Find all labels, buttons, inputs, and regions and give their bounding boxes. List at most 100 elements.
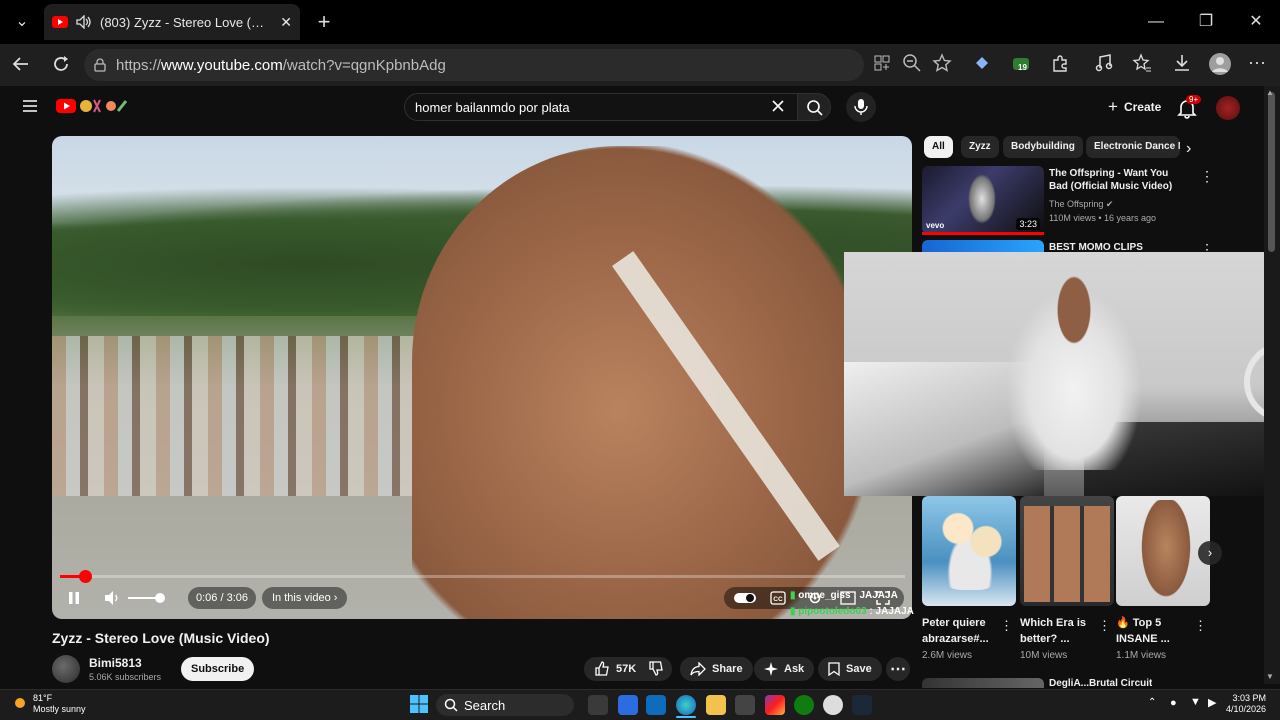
channel-name[interactable]: Bimi5813: [89, 656, 142, 670]
short-thumbnail[interactable]: [1020, 496, 1114, 606]
notifications-bell-icon[interactable]: 9+: [1176, 95, 1202, 124]
url-prefix: https://: [116, 56, 162, 74]
clear-search-icon[interactable]: [770, 98, 786, 119]
app-available-icon[interactable]: [872, 53, 896, 77]
tray-mic-icon[interactable]: ●: [1170, 697, 1177, 709]
file-explorer-icon[interactable]: [706, 695, 726, 715]
rec-thumbnail[interactable]: vevo 3:23: [922, 166, 1044, 234]
save-button[interactable]: Save: [818, 657, 882, 681]
chrome-app-icon[interactable]: [823, 695, 843, 715]
dislike-button[interactable]: [648, 660, 664, 679]
reload-icon[interactable]: [50, 53, 74, 77]
short-more-icon[interactable]: ⋮: [1098, 618, 1111, 634]
task-view-icon[interactable]: [588, 695, 608, 715]
voice-search-button[interactable]: [846, 92, 876, 122]
shorts-next-chevron-icon[interactable]: ›: [1198, 541, 1222, 565]
account-avatar[interactable]: [1216, 96, 1240, 120]
tab-list-chevron-icon[interactable]: ⌄: [10, 10, 34, 34]
autoplay-toggle-icon[interactable]: [734, 592, 756, 604]
youtube-favicon-icon: [52, 16, 68, 28]
captions-icon[interactable]: CC: [770, 591, 786, 605]
chips-next-chevron-icon[interactable]: ›: [1186, 140, 1191, 158]
video-player[interactable]: [52, 136, 912, 619]
weather-sun-icon[interactable]: [12, 695, 28, 716]
short-thumbnail[interactable]: [922, 496, 1016, 606]
favorite-star-icon[interactable]: [932, 53, 956, 77]
chip-electronic-dance[interactable]: Electronic Dance M: [1086, 136, 1180, 158]
progress-bar[interactable]: [60, 570, 905, 583]
extension-badge-icon[interactable]: 19: [1010, 53, 1034, 77]
rec-more-icon[interactable]: ⋮: [1200, 168, 1214, 185]
new-tab-plus-icon[interactable]: +: [312, 10, 336, 34]
search-button[interactable]: [797, 93, 831, 121]
like-button[interactable]: 57K: [594, 661, 636, 677]
rec-channel-name: The Offspring: [1049, 199, 1104, 209]
wifi-icon[interactable]: ▼: [1190, 696, 1201, 708]
youtube-logo-icon[interactable]: [56, 97, 132, 120]
restore-icon[interactable]: ❐: [1194, 10, 1218, 34]
instagram-app-icon[interactable]: [765, 695, 785, 715]
page-scrollbar-thumb[interactable]: [1268, 92, 1275, 252]
tray-overflow-chevron-icon[interactable]: ⌃: [1148, 697, 1156, 708]
chip-bodybuilding[interactable]: Bodybuilding: [1003, 136, 1083, 158]
short-thumbnail[interactable]: [1116, 496, 1210, 606]
favorites-list-icon[interactable]: [1132, 53, 1156, 77]
more-actions-icon[interactable]: ⋯: [886, 657, 910, 681]
edge-browser-icon[interactable]: [676, 695, 696, 715]
chat-user-badge-icon: ▮: [790, 606, 796, 617]
volume-slider-knob[interactable]: [155, 593, 165, 603]
downloads-icon[interactable]: [1172, 53, 1196, 77]
share-button[interactable]: Share: [680, 657, 753, 681]
extension-diamond-icon[interactable]: [972, 53, 996, 77]
chip-all[interactable]: All: [924, 136, 953, 158]
create-button[interactable]: + Create: [1098, 94, 1172, 120]
short-title[interactable]: Peter quiere abrazarse#...: [922, 615, 1000, 647]
more-menu-icon[interactable]: ⋯: [1248, 53, 1272, 77]
short-more-icon[interactable]: ⋮: [1194, 618, 1207, 634]
back-arrow-icon[interactable]: [10, 53, 34, 77]
rec-title[interactable]: DegliА...Brutal Circuit: [1049, 677, 1152, 688]
taskbar-clock[interactable]: 3:03 PM 4/10/2026: [1226, 693, 1266, 715]
hamburger-menu-icon[interactable]: [20, 96, 40, 121]
rec-channel[interactable]: The Offspring ✔: [1049, 199, 1113, 210]
chip-zyzz[interactable]: Zyzz: [961, 136, 999, 158]
rec-thumbnail[interactable]: [922, 678, 1044, 688]
extensions-puzzle-icon[interactable]: [1050, 53, 1074, 77]
steam-app-icon[interactable]: [852, 695, 872, 715]
zoom-icon[interactable]: [902, 53, 926, 77]
minimize-icon[interactable]: —: [1144, 10, 1168, 34]
media-control-icon[interactable]: [1094, 53, 1118, 77]
ask-button[interactable]: Ask: [754, 657, 815, 681]
speaker-icon[interactable]: [76, 15, 92, 29]
short-more-icon[interactable]: ⋮: [1000, 618, 1013, 634]
speaker-tray-icon[interactable]: ▶: [1208, 696, 1216, 709]
site-info-lock-icon[interactable]: [94, 58, 106, 72]
weather-widget[interactable]: 81°F Mostly sunny: [33, 693, 86, 715]
time-display: 0:06 / 3:06: [188, 587, 257, 609]
rec-thumbnail[interactable]: [922, 240, 1044, 252]
time-total: 3:06: [226, 592, 249, 604]
rec-title[interactable]: The Offspring - Want You Bad (Official M…: [1049, 167, 1189, 193]
pause-icon[interactable]: [66, 590, 82, 611]
address-bar[interactable]: https://www.youtube.com/watch?v=qgnKpbnb…: [84, 49, 864, 81]
search-input[interactable]: homer bailanmdo por plata: [404, 93, 798, 121]
short-title[interactable]: 🔥 Top 5 INSANE ...: [1116, 615, 1194, 647]
scroll-up-arrow-icon[interactable]: ▲: [1266, 88, 1274, 97]
chat-line: ▮ omne_giss : JAJAJA: [790, 590, 898, 601]
volume-icon[interactable]: [104, 590, 122, 611]
tab-close-icon[interactable]: ✕: [280, 14, 292, 31]
microsoft-store-icon[interactable]: [735, 695, 755, 715]
zoom-app-icon[interactable]: [618, 695, 638, 715]
short-title[interactable]: Which Era is better? ...: [1020, 615, 1098, 647]
taskbar-search[interactable]: Search: [436, 694, 574, 716]
window-close-icon[interactable]: ✕: [1244, 10, 1268, 34]
outlook-app-icon[interactable]: [646, 695, 666, 715]
browser-tab-youtube[interactable]: (803) Zyzz - Stereo Love (Music Video) ✕: [44, 4, 300, 40]
windows-start-icon[interactable]: [410, 695, 428, 718]
scroll-down-arrow-icon[interactable]: ▼: [1266, 672, 1274, 681]
profile-avatar-icon[interactable]: [1208, 52, 1232, 76]
xbox-app-icon[interactable]: [794, 695, 814, 715]
channel-avatar[interactable]: [52, 655, 80, 683]
subscribe-button[interactable]: Subscribe: [181, 657, 255, 681]
chapters-button[interactable]: In this video ›: [262, 587, 348, 609]
